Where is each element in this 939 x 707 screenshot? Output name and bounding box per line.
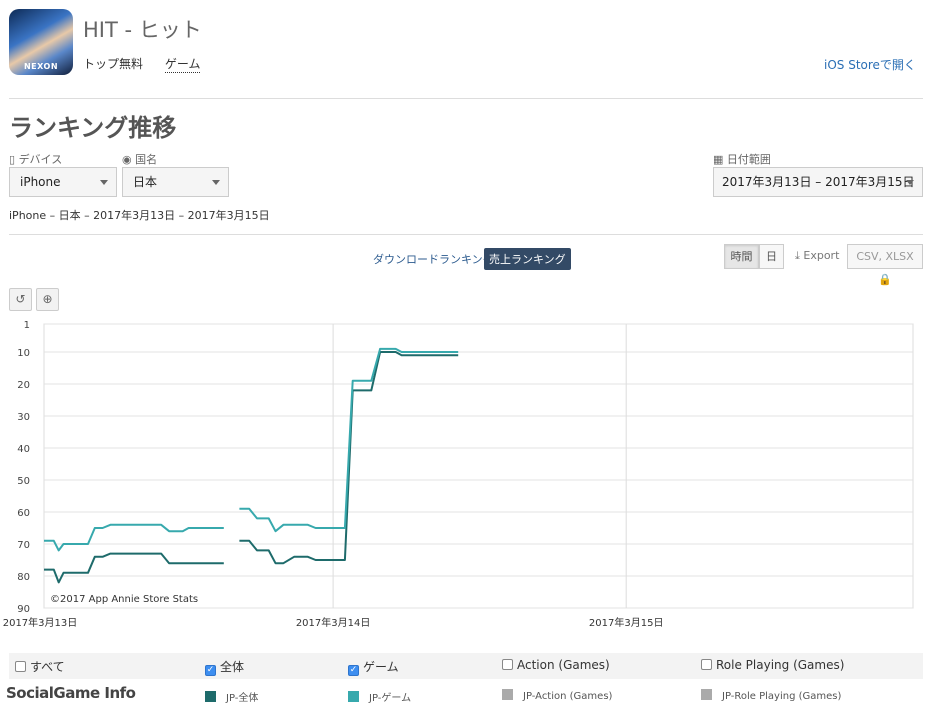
plot-frame	[43, 323, 914, 609]
app-title: HIT - ヒット	[83, 18, 202, 42]
chevron-down-icon	[906, 180, 914, 185]
app-icon-logo: NEXON	[23, 62, 59, 71]
legend-game-checkbox[interactable]: ✓ ゲーム	[348, 658, 399, 676]
legend-action-checkbox[interactable]: Action (Games)	[502, 658, 610, 672]
date-range-label: ▦ 日付範囲	[713, 153, 771, 166]
ios-store-link[interactable]: iOS Storeで開く	[824, 56, 916, 73]
y-tick-label: 80	[17, 572, 30, 583]
country-select[interactable]: 日本	[122, 167, 229, 197]
pinterest-icon[interactable]: P	[916, 55, 932, 71]
checkbox-icon	[15, 661, 26, 672]
y-tick-label: 30	[17, 412, 30, 423]
legend-swatch-action: JP-Action (Games)	[502, 689, 612, 702]
filter-summary: iPhone – 日本 – 2017年3月13日 – 2017年3月15日	[9, 209, 270, 222]
y-tick-label: 70	[17, 540, 30, 551]
legend-swatch-overall: JP-全体	[205, 689, 258, 704]
series-line	[44, 552, 224, 584]
y-tick-label: 40	[17, 444, 30, 455]
twitter-icon[interactable]: t	[916, 10, 932, 26]
y-tick-label: 1	[24, 320, 30, 331]
chevron-down-icon	[100, 180, 108, 185]
legend-all-checkbox[interactable]: すべて	[15, 658, 65, 675]
app-price: トップ無料	[83, 57, 144, 71]
y-tick-label: 20	[17, 380, 30, 391]
country-label: ◉ 国名	[122, 153, 158, 166]
page-title: ランキング推移	[9, 114, 177, 142]
facebook-icon[interactable]: f	[916, 33, 932, 49]
legend-swatch-game: JP-ゲーム	[348, 689, 411, 704]
device-label: ▯ デバイス	[9, 153, 63, 166]
share-plus-icon[interactable]: +	[916, 99, 932, 115]
csv-xlsx-button[interactable]: CSV, XLSX 🔒	[847, 244, 923, 286]
app-meta: トップ無料 ゲーム	[83, 55, 218, 73]
device-icon: ▯	[9, 153, 16, 166]
x-tick-label: 2017年3月13日	[3, 616, 78, 629]
app-genre-link[interactable]: ゲーム	[164, 55, 201, 73]
y-tick-label: 10	[17, 348, 30, 359]
watermark: SocialGame Info	[6, 684, 136, 702]
export-label: ⤓ Export	[795, 249, 840, 262]
chart-credit: ©2017 App Annie Store Stats	[50, 594, 198, 605]
x-tick-label: 2017年3月15日	[589, 616, 664, 629]
app-icon: NEXON	[9, 9, 73, 75]
day-button[interactable]: 日	[759, 244, 784, 269]
y-tick-label: 90	[17, 604, 30, 615]
globe-icon: ◉	[122, 153, 132, 166]
lock-icon: 🔒	[878, 273, 892, 286]
x-tick-label: 2017年3月14日	[296, 616, 371, 629]
swatch	[348, 691, 359, 702]
legend-rpg-checkbox[interactable]: Role Playing (Games)	[701, 658, 844, 672]
hour-button[interactable]: 時間	[724, 244, 759, 269]
checkbox-icon	[701, 659, 712, 670]
checkbox-checked-icon: ✓	[205, 665, 216, 676]
series-line	[44, 523, 224, 552]
legend-swatch-rpg: JP-Role Playing (Games)	[701, 689, 841, 702]
checkbox-icon	[502, 659, 513, 670]
series-line	[239, 347, 459, 533]
zoom-icon[interactable]: ⊕	[36, 288, 59, 311]
swatch	[701, 689, 712, 700]
checkbox-checked-icon: ✓	[348, 665, 359, 676]
swatch	[205, 691, 216, 702]
download-icon: ⤓	[795, 249, 800, 262]
reset-zoom-icon[interactable]: ↺	[9, 288, 32, 311]
device-select[interactable]: iPhone	[9, 167, 117, 197]
date-range-select[interactable]: 2017年3月13日 – 2017年3月15日	[713, 167, 923, 197]
chevron-down-icon	[212, 180, 220, 185]
y-tick-label: 60	[17, 508, 30, 519]
y-tick-label: 50	[17, 476, 30, 487]
tab-download-ranking[interactable]: ダウンロードランキング	[368, 248, 499, 270]
divider	[9, 234, 923, 235]
calendar-icon: ▦	[713, 153, 724, 166]
divider	[9, 98, 923, 99]
legend-overall-checkbox[interactable]: ✓ 全体	[205, 658, 244, 676]
tab-grossing-ranking[interactable]: 売上ランキング	[484, 248, 571, 270]
ranking-chart: 1 10 20 30 40 50 60 70 80 902017年3月13日 2017年3月14日 2…	[3, 320, 914, 629]
swatch	[502, 689, 513, 700]
googleplus-icon[interactable]: G+	[916, 77, 933, 93]
